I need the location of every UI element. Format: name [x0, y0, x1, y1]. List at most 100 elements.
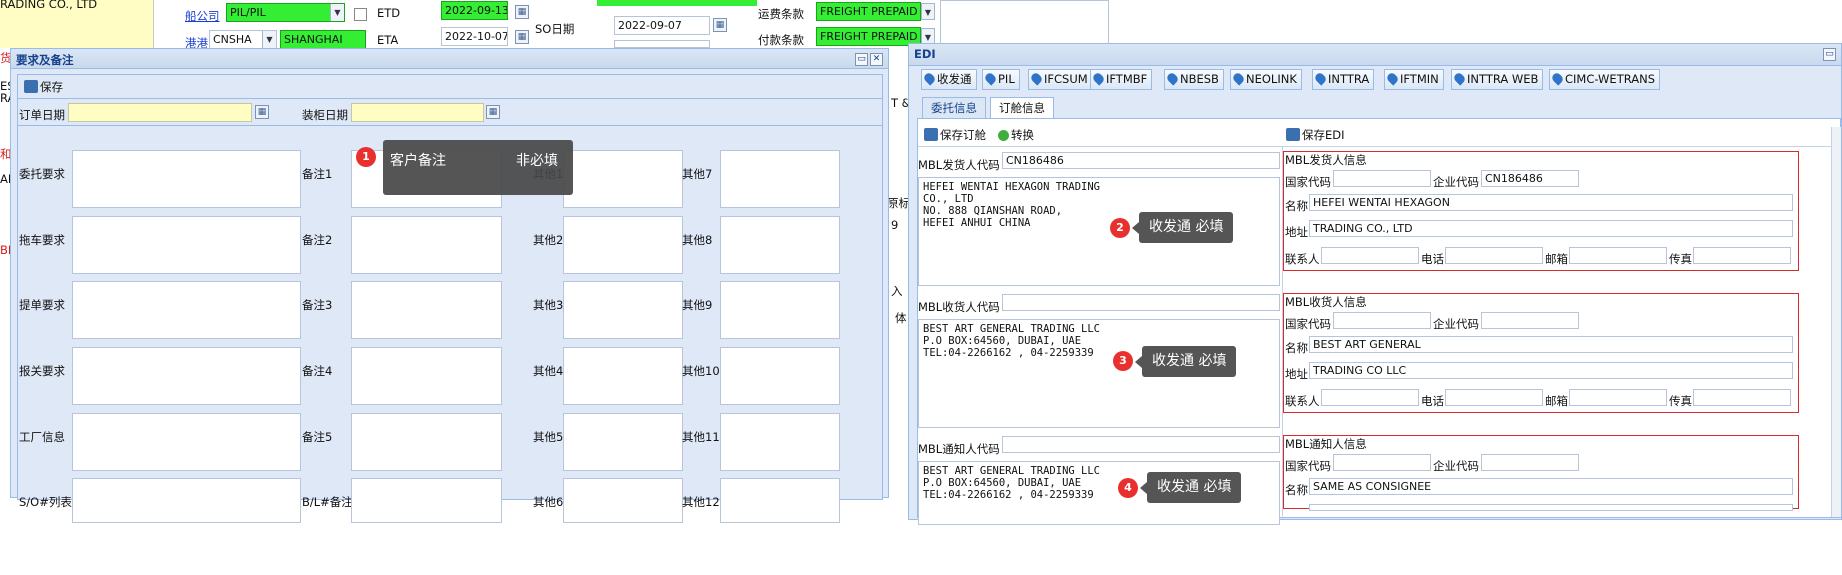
annotation-badge-3: 3 [1113, 351, 1133, 371]
edi-button[interactable]: INTTRA WEB [1451, 69, 1544, 90]
email-input[interactable] [1569, 247, 1667, 264]
notify-code-input[interactable] [1002, 436, 1280, 453]
eta-input[interactable]: 2022-10-07 [441, 27, 508, 46]
carrier-select[interactable]: PIL/PIL ▼ [226, 3, 345, 22]
fax-input[interactable] [1693, 247, 1791, 264]
notes-other-b-textarea[interactable] [720, 150, 840, 208]
convert-button[interactable]: 转换 [998, 127, 1034, 144]
calendar-icon[interactable]: ▦ [515, 30, 529, 44]
name-input[interactable]: BEST ART GENERAL [1309, 336, 1793, 353]
payment-terms-select[interactable]: FREIGHT PREPAID [816, 27, 921, 46]
notes-left-textarea[interactable] [72, 478, 301, 523]
edi-button[interactable]: NEOLINK [1230, 69, 1302, 90]
edge-text: 9 [891, 218, 899, 232]
maximize-icon[interactable]: ▭ [1823, 48, 1836, 61]
consignee-code-input[interactable] [1002, 294, 1280, 311]
notes-other-a-textarea[interactable] [563, 413, 683, 471]
calendar-icon[interactable]: ▦ [515, 5, 529, 19]
shipper-code-input[interactable]: CN186486 [1002, 152, 1280, 169]
notes-left-textarea[interactable] [72, 281, 301, 339]
annotation-callout-1: 客户备注 非必填 [383, 140, 573, 195]
tab-entrust-info[interactable]: 委托信息 [922, 97, 986, 119]
divider [18, 125, 882, 126]
port-code-select[interactable]: CNSHA ▼ [209, 30, 277, 49]
notes-other-b-textarea[interactable] [720, 413, 840, 471]
notes-other-a-textarea[interactable] [563, 150, 683, 208]
phone-input[interactable] [1445, 389, 1543, 406]
fax-input[interactable] [1693, 389, 1791, 406]
notes-other-b-textarea[interactable] [720, 478, 840, 523]
convert-icon [998, 130, 1009, 141]
remarks-textarea[interactable] [940, 0, 1109, 48]
calendar-icon[interactable]: ▦ [255, 105, 269, 119]
notes-other-a-label: 其他3 [533, 298, 564, 312]
load-date-input[interactable] [351, 103, 484, 122]
notes-other-a-textarea[interactable] [563, 216, 683, 274]
notes-other-b-label: 其他12 [682, 495, 720, 509]
save-booking-button[interactable]: 保存订舱 [924, 127, 986, 144]
contact-input[interactable] [1321, 247, 1419, 264]
edi-button[interactable]: CIMC-WETRANS [1549, 69, 1661, 90]
notes-mid-textarea[interactable] [351, 281, 502, 339]
country-code-input[interactable] [1333, 454, 1431, 471]
email-label: 邮箱 [1545, 252, 1568, 266]
contact-input[interactable] [1321, 389, 1419, 406]
etd-label: ETD [377, 6, 401, 20]
edi-button[interactable]: NBESB [1164, 69, 1224, 90]
address-input[interactable]: TRADING CO LLC [1309, 362, 1793, 379]
edi-button[interactable]: IFTMBF [1090, 69, 1153, 90]
payment-terms-label: 付款条款 [758, 33, 804, 47]
country-code-input[interactable] [1333, 170, 1431, 187]
country-code-input[interactable] [1333, 312, 1431, 329]
notes-left-label: S/O#列表 [19, 495, 72, 509]
close-icon[interactable]: ✕ [870, 53, 883, 66]
save-edi-button[interactable]: 保存EDI [1286, 127, 1345, 144]
notes-other-b-textarea[interactable] [720, 347, 840, 405]
name-input[interactable]: HEFEI WENTAI HEXAGON [1309, 194, 1793, 211]
company-code-input[interactable]: CN186486 [1481, 170, 1579, 187]
maximize-icon[interactable]: ▭ [855, 53, 868, 66]
calendar-icon[interactable]: ▦ [486, 105, 500, 119]
etd-input[interactable]: 2022-09-13 [441, 1, 508, 20]
calendar-icon[interactable]: ▦ [713, 18, 727, 32]
so-date-input[interactable]: 2022-09-07 [614, 16, 710, 35]
save-button[interactable]: 保存 [24, 77, 63, 97]
notes-mid-textarea[interactable] [351, 347, 502, 405]
scrollbar[interactable] [1831, 127, 1841, 517]
notes-other-b-textarea[interactable] [720, 281, 840, 339]
chevron-down-icon[interactable]: ▼ [330, 4, 344, 21]
notes-other-a-textarea[interactable] [563, 347, 683, 405]
email-input[interactable] [1569, 389, 1667, 406]
name-input[interactable]: SAME AS CONSIGNEE [1309, 478, 1793, 495]
notes-other-b-textarea[interactable] [720, 216, 840, 274]
edi-button[interactable]: INTTRA [1312, 69, 1375, 90]
company-code-input[interactable] [1481, 312, 1579, 329]
consignee-code-label: MBL收货人代码 [918, 300, 1000, 314]
chevron-down-icon[interactable]: ▼ [921, 3, 935, 20]
carrier-link[interactable]: 船公司 [185, 8, 220, 24]
port-name-input[interactable]: SHANGHAI [280, 30, 366, 49]
notes-other-a-textarea[interactable] [563, 478, 683, 523]
address-input[interactable]: TRADING CO., LTD [1309, 220, 1793, 237]
tab-booking-info[interactable]: 订舱信息 [990, 97, 1054, 119]
notes-left-textarea[interactable] [72, 347, 301, 405]
notes-other-a-textarea[interactable] [563, 281, 683, 339]
company-code-input[interactable] [1481, 454, 1579, 471]
edi-button[interactable]: IFTMIN [1384, 69, 1444, 90]
freight-terms-select[interactable]: FREIGHT PREPAID [816, 2, 921, 21]
notes-left-textarea[interactable] [72, 216, 301, 274]
edi-button[interactable]: 收发通 [921, 69, 977, 90]
notes-left-textarea[interactable] [72, 413, 301, 471]
notes-left-textarea[interactable] [72, 150, 301, 208]
etd-checkbox[interactable] [354, 8, 367, 21]
order-date-input[interactable] [68, 103, 252, 122]
notes-mid-textarea[interactable] [351, 478, 502, 523]
chevron-down-icon[interactable]: ▼ [262, 31, 276, 48]
phone-input[interactable] [1445, 247, 1543, 264]
edi-button[interactable]: PIL [982, 69, 1020, 90]
so-date-input-2[interactable] [614, 40, 710, 48]
notes-mid-textarea[interactable] [351, 216, 502, 274]
address-input[interactable] [1309, 504, 1793, 511]
notes-mid-textarea[interactable] [351, 413, 502, 471]
edi-button[interactable]: IFCSUM [1028, 69, 1093, 90]
